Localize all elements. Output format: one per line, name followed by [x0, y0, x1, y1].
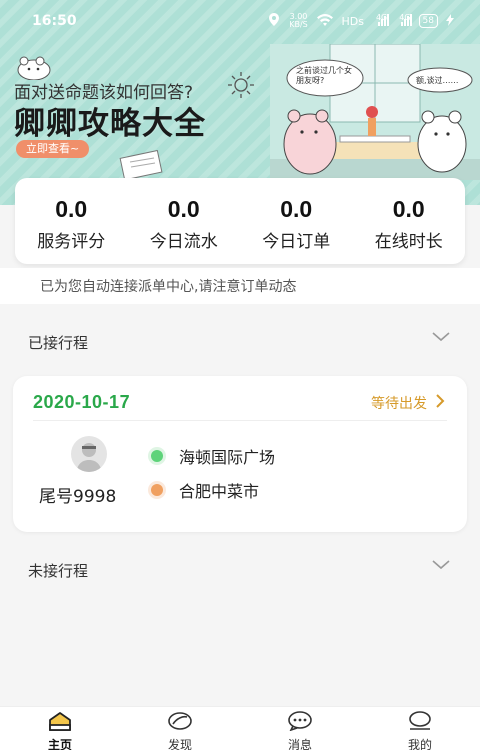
tab-label: 消息 — [287, 738, 312, 750]
signal-2-label: 4G — [399, 12, 411, 22]
stat-label: 在线时长 — [374, 232, 443, 252]
sun-icon — [228, 72, 254, 98]
chevron-right-icon[interactable] — [435, 393, 445, 409]
chevron-down-icon[interactable] — [432, 332, 450, 342]
status-time: 16:50 — [32, 13, 77, 29]
avatar — [71, 436, 107, 472]
tab-home[interactable]: 主页 — [0, 707, 120, 750]
destination-dot-icon — [151, 484, 163, 496]
tab-label: 主页 — [47, 738, 72, 750]
tab-discover[interactable]: 发现 — [120, 707, 240, 750]
home-icon — [49, 712, 71, 731]
bear-mascot-icon — [17, 56, 51, 80]
signal-1-label: 4G — [375, 12, 388, 22]
trip-status[interactable]: 等待出发 — [371, 393, 427, 413]
promo-banner[interactable]: 16:50 3.00 KB/S HDs 4G 4G 58 面对送命题该如何回答?… — [0, 0, 480, 205]
profile-icon — [409, 711, 431, 730]
origin-dot-icon — [151, 450, 163, 462]
destination-row: 合肥中菜市 — [151, 478, 259, 502]
pending-trips-header[interactable]: 未接行程 — [0, 548, 480, 588]
tab-messages[interactable]: 消息 — [240, 707, 360, 750]
status-bar: 16:50 3.00 KB/S HDs 4G 4G 58 — [0, 0, 480, 44]
stat-label: 今日订单 — [262, 232, 331, 252]
trip-card[interactable]: 2020-10-17 等待出发 尾号9998 海顿国际广场 合肥中菜市 — [13, 376, 467, 532]
section-title: 已接行程 — [28, 334, 89, 352]
chevron-down-icon[interactable] — [432, 560, 450, 570]
stat-service-score[interactable]: 0.0 服务评分 — [15, 178, 128, 264]
location-icon — [269, 13, 280, 29]
origin-address: 海顿国际广场 — [179, 448, 276, 467]
stats-card: 0.0 服务评分 0.0 今日流水 0.0 今日订单 0.0 在线时长 — [15, 178, 465, 264]
wifi-icon — [317, 13, 334, 29]
stat-value: 0.0 — [167, 196, 200, 222]
network-speed: 3.00 KB/S — [289, 12, 308, 29]
dispatch-notice: 已为您自动连接派单中心,请注意订单动态 — [0, 268, 480, 304]
stat-value: 0.0 — [280, 196, 313, 222]
bubble-right-text: 额,谈过…… — [416, 76, 459, 85]
discover-icon — [168, 712, 192, 730]
trip-date: 2020-10-17 — [33, 392, 131, 412]
tab-profile[interactable]: 我的 — [360, 707, 480, 750]
passenger-tail-number: 尾号9998 — [39, 487, 117, 507]
bubble-left-text: 之前谈过几个女朋友呀? — [296, 66, 352, 85]
tab-label: 我的 — [407, 738, 432, 750]
accepted-trips-header[interactable]: 已接行程 — [0, 320, 480, 360]
origin-row: 海顿国际广场 — [151, 444, 275, 468]
destination-address: 合肥中菜市 — [179, 482, 260, 501]
hd-label: HDs — [341, 14, 364, 28]
tab-label: 发现 — [167, 738, 192, 750]
charging-icon — [446, 13, 454, 29]
banner-title: 卿卿攻略大全 — [14, 106, 206, 142]
section-title: 未接行程 — [28, 562, 89, 580]
stat-online-time[interactable]: 0.0 在线时长 — [353, 178, 466, 264]
stat-today-revenue[interactable]: 0.0 今日流水 — [128, 178, 241, 264]
message-icon — [288, 711, 312, 732]
battery-icon: 58 — [418, 14, 438, 28]
stat-label: 服务评分 — [37, 232, 106, 252]
stat-value: 0.0 — [392, 196, 425, 222]
stat-value: 0.0 — [55, 196, 88, 222]
stat-label: 今日流水 — [149, 232, 218, 252]
paper-icon — [119, 150, 163, 180]
banner-illustration: 之前谈过几个女朋友呀? 额,谈过…… — [270, 43, 480, 180]
notice-text: 已为您自动连接派单中心,请注意订单动态 — [40, 279, 297, 295]
divider — [33, 420, 447, 421]
stat-today-orders[interactable]: 0.0 今日订单 — [240, 178, 353, 264]
view-now-button[interactable]: 立即查看~ — [16, 140, 90, 158]
bottom-tab-bar: 主页 发现 消息 我的 — [0, 706, 480, 750]
